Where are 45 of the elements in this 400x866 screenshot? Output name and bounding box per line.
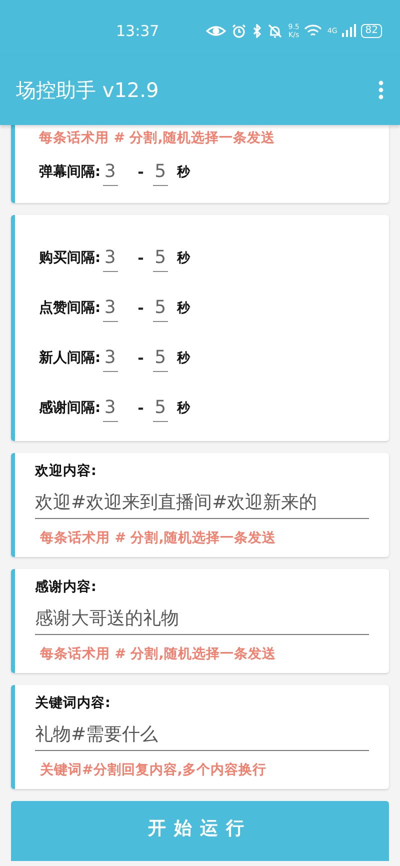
range-dash: - <box>138 163 144 181</box>
unit-label: 秒 <box>176 250 190 267</box>
hint-text: 关键词#分割回复内容,多个内容换行 <box>38 761 268 779</box>
min-seconds-field[interactable]: 3 <box>102 394 118 422</box>
min-seconds-field[interactable]: 3 <box>102 244 118 272</box>
range-dash: - <box>138 299 144 317</box>
interval-label: 新人间隔: <box>39 349 101 367</box>
max-seconds-field[interactable]: 5 <box>152 344 168 372</box>
input-field[interactable]: 礼物#需要什么 <box>35 722 369 751</box>
unit-label: 秒 <box>176 300 190 317</box>
min-seconds-field[interactable]: 3 <box>102 294 118 322</box>
range-dash: - <box>138 399 144 417</box>
wifi-icon <box>304 24 322 38</box>
field-label: 欢迎内容: <box>34 462 98 480</box>
max-seconds-field[interactable]: 5 <box>152 394 168 422</box>
interval-label: 购买间隔: <box>39 249 101 267</box>
hint-text: 每条话术用 # 分割,随机选择一条发送 <box>39 529 277 547</box>
eye-icon <box>206 24 226 38</box>
max-seconds-field[interactable]: 5 <box>152 294 168 322</box>
field-label: 感谢内容: <box>34 578 98 596</box>
hint-text: 每条话术用 # 分割,随机选择一条发送 <box>38 129 276 147</box>
interval-label: 点赞间隔: <box>39 299 101 317</box>
input-field[interactable]: 欢迎#欢迎来到直播间#欢迎新来的 <box>35 490 369 519</box>
max-seconds-field[interactable]: 5 <box>152 244 168 272</box>
range-dash: - <box>138 249 144 267</box>
bell-off-icon <box>267 24 284 38</box>
bluetooth-icon <box>252 24 262 38</box>
unit-label: 秒 <box>176 164 190 181</box>
battery-level: 82 <box>361 24 382 38</box>
min-seconds-field[interactable]: 3 <box>102 158 118 186</box>
more-menu-icon[interactable] <box>378 80 384 100</box>
unit-label: 秒 <box>176 400 190 417</box>
input-field[interactable]: 感谢大哥送的礼物 <box>35 606 369 635</box>
app-title: 场控助手 v12.9 <box>16 76 159 104</box>
range-dash: - <box>138 349 144 367</box>
signal-icon <box>342 24 356 37</box>
min-seconds-field[interactable]: 3 <box>102 344 118 372</box>
field-label: 关键词内容: <box>34 694 112 712</box>
interval-label: 弹幕间隔: <box>39 163 101 181</box>
hint-text: 每条话术用 # 分割,随机选择一条发送 <box>39 645 277 663</box>
unit-label: 秒 <box>176 350 190 367</box>
clock: 13:37 <box>116 22 160 40</box>
alarm-icon <box>231 24 248 38</box>
max-seconds-field[interactable]: 5 <box>152 158 168 186</box>
interval-label: 感谢间隔: <box>39 399 101 417</box>
